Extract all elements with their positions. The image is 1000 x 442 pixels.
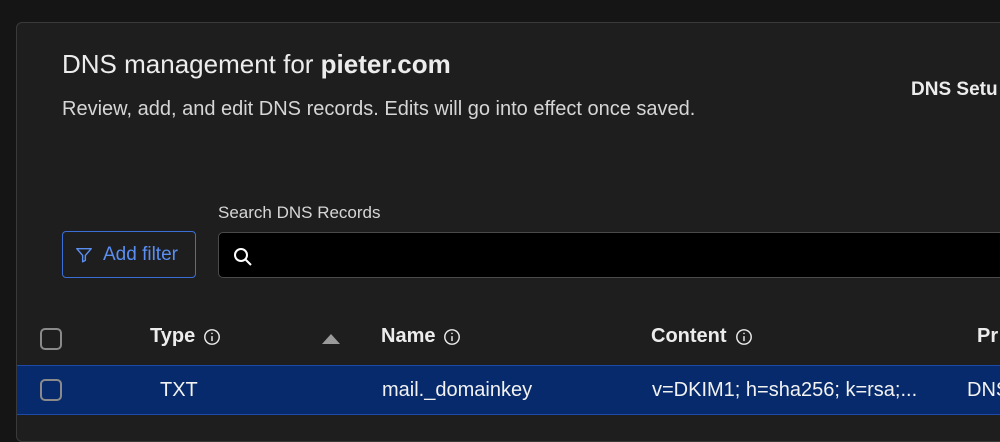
add-filter-label: Add filter [103,243,178,265]
page-title: DNS management for pieter.com [62,49,451,80]
table-row[interactable]: TXT mail._domainkey v=DKIM1; h=sha256; k… [17,365,1000,415]
info-icon[interactable] [443,328,461,346]
page-description: Review, add, and edit DNS records. Edits… [62,98,696,120]
column-type-label: Type [150,325,196,347]
record-name: mail._domainkey [382,379,533,401]
search-field[interactable] [218,232,1000,278]
filter-icon [76,247,92,262]
sort-ascending-icon[interactable] [322,334,340,344]
search-icon [234,248,252,266]
record-proxy-status: DNS [967,379,1000,401]
info-icon[interactable] [735,328,753,346]
info-icon[interactable] [203,328,221,346]
search-input[interactable] [263,233,1000,277]
column-header-type[interactable]: Type [150,325,221,348]
column-proxy-label: Pr [977,325,999,347]
row-checkbox[interactable] [40,379,62,401]
column-content-label: Content [651,325,727,347]
column-header-content[interactable]: Content [651,325,753,348]
column-header-name[interactable]: Name [381,325,461,348]
column-name-label: Name [381,325,436,347]
dns-management-panel: DNS management for pieter.com Review, ad… [16,22,1000,442]
column-header-proxy[interactable]: Pr [977,325,998,348]
record-type: TXT [160,379,198,401]
add-filter-button[interactable]: Add filter [62,231,196,278]
search-label: Search DNS Records [218,203,381,222]
dns-setup-link[interactable]: DNS Setu [911,79,998,101]
page-title-prefix: DNS management for [62,49,321,79]
select-all-checkbox[interactable] [40,328,62,350]
domain-name: pieter.com [320,49,451,79]
record-content: v=DKIM1; h=sha256; k=rsa;... [652,379,918,401]
